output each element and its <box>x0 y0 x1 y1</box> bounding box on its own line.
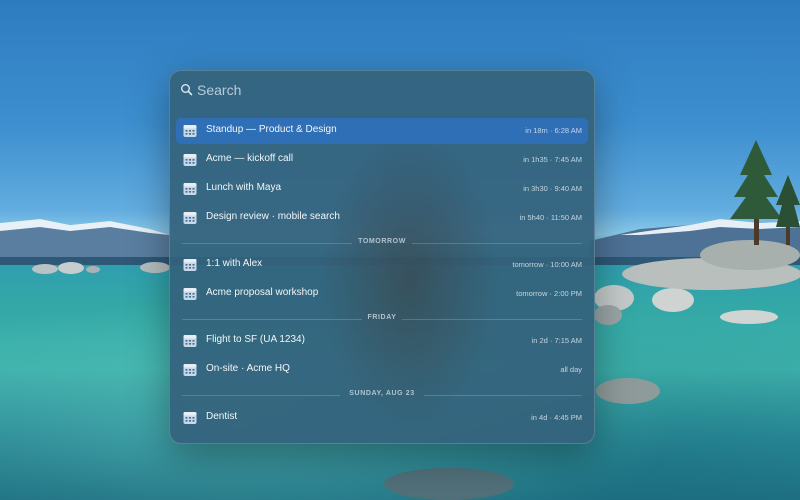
section-header-sunday: SUNDAY, AUG 23 <box>182 390 582 400</box>
rock <box>140 262 170 273</box>
result-time: tomorrow · 10:00 AM <box>512 260 582 269</box>
result-title: 1:1 with Alex <box>206 258 263 269</box>
rock <box>32 264 58 274</box>
result-row[interactable]: Lunch with Maya in 3h30 · 9:40 AM <box>176 176 588 202</box>
result-time: in 3h30 · 9:40 AM <box>523 184 582 193</box>
result-row[interactable]: Design review · mobile search in 5h40 · … <box>176 205 588 231</box>
result-title: Standup — Product & Design <box>206 124 337 135</box>
pine-trees <box>730 140 800 245</box>
calendar-icon <box>183 334 197 348</box>
search-input[interactable] <box>197 79 577 101</box>
rock <box>596 378 660 404</box>
result-time: tomorrow · 2:00 PM <box>516 289 582 298</box>
result-row[interactable]: Flight to SF (UA 1234) in 2d · 7:15 AM <box>176 328 588 354</box>
calendar-icon <box>183 287 197 301</box>
result-time: in 4d · 4:45 PM <box>531 413 582 422</box>
search-bar <box>170 71 594 109</box>
result-row[interactable]: 1:1 with Alex tomorrow · 10:00 AM <box>176 252 588 278</box>
rock <box>594 305 622 325</box>
calendar-icon <box>183 182 197 196</box>
result-row[interactable]: Standup — Product & Design in 18m · 6:28… <box>176 118 588 144</box>
result-title: Lunch with Maya <box>206 182 282 193</box>
rock <box>58 262 84 274</box>
calendar-icon <box>183 124 197 138</box>
calendar-icon <box>183 211 197 225</box>
result-row[interactable]: Dentist in 4d · 4:45 PM <box>176 405 588 431</box>
result-title: Flight to SF (UA 1234) <box>206 334 305 345</box>
rock <box>86 266 100 273</box>
result-row[interactable]: On-site · Acme HQ all day <box>176 357 588 383</box>
result-title: Dentist <box>206 411 238 422</box>
rock <box>720 310 778 324</box>
result-time: in 1h35 · 7:45 AM <box>523 155 582 164</box>
result-title: Acme — kickoff call <box>206 153 294 164</box>
result-time: all day <box>560 365 582 374</box>
result-time: in 2d · 7:15 AM <box>531 336 582 345</box>
calendar-icon <box>183 258 197 272</box>
rock <box>384 468 514 500</box>
search-icon <box>180 83 194 97</box>
calendar-icon <box>183 363 197 377</box>
result-time: in 5h40 · 11:50 AM <box>519 213 582 222</box>
spotlight-panel: Standup — Product & Design in 18m · 6:28… <box>169 70 595 444</box>
result-title: Acme proposal workshop <box>206 287 319 298</box>
result-row[interactable]: Acme — kickoff call in 1h35 · 7:45 AM <box>176 147 588 173</box>
result-row[interactable]: Acme proposal workshop tomorrow · 2:00 P… <box>176 281 588 307</box>
section-header-tomorrow: TOMORROW <box>182 238 582 248</box>
result-time: in 18m · 6:28 AM <box>525 126 582 135</box>
rock <box>652 288 694 312</box>
result-title: Design review · mobile search <box>206 211 340 222</box>
section-header-friday: FRIDAY <box>182 314 582 324</box>
result-title: On-site · Acme HQ <box>206 363 290 374</box>
calendar-icon <box>183 153 197 167</box>
calendar-icon <box>183 411 197 425</box>
